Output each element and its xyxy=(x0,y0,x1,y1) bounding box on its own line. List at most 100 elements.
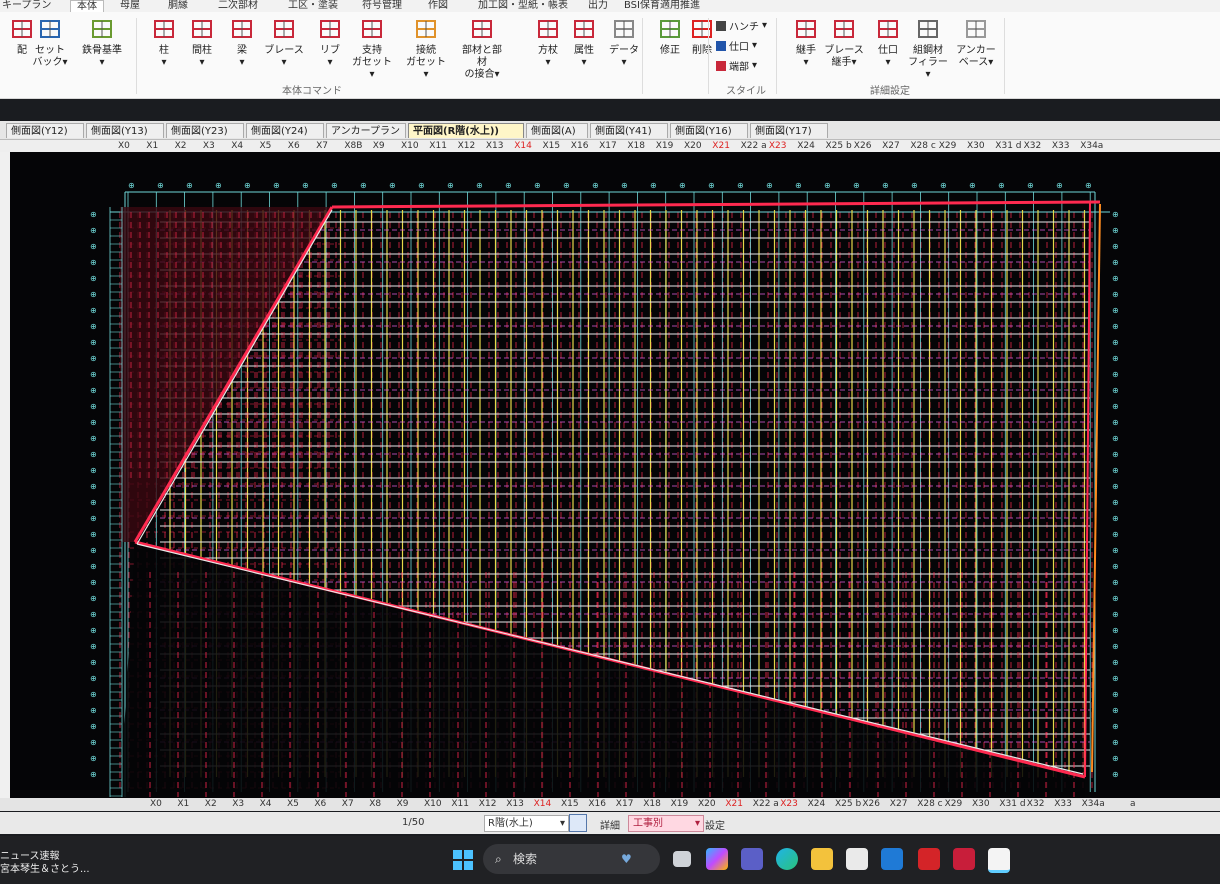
style-item-1[interactable]: 仕口 ▾ xyxy=(716,38,757,53)
svg-text:⊕: ⊕ xyxy=(90,722,97,731)
svg-text:⊕: ⊕ xyxy=(418,181,425,190)
data-button[interactable]: データ ▾ xyxy=(602,16,646,69)
view-tab-0[interactable]: 側面図(Y12) xyxy=(6,123,84,138)
menu-tab-0[interactable]: キープラン xyxy=(2,0,51,12)
hari-button[interactable]: 梁 ▾ xyxy=(220,16,264,69)
svg-text:⊕: ⊕ xyxy=(1112,258,1119,267)
svg-text:⊕: ⊕ xyxy=(911,181,918,190)
grid-label: X32 xyxy=(1026,799,1045,809)
svg-text:⊕: ⊕ xyxy=(90,210,97,219)
pdf-app-icon[interactable] xyxy=(918,848,940,870)
brace_tsugite-button[interactable]: ブレース 継手▾ xyxy=(822,16,866,69)
brace-button[interactable]: ブレース ▾ xyxy=(262,16,306,69)
setsuzoku-icon xyxy=(413,16,439,42)
windows-start-icon[interactable] xyxy=(453,850,473,870)
kijun-button[interactable]: 鉄骨基準▾ xyxy=(80,16,124,69)
rib-button[interactable]: リブ ▾ xyxy=(308,16,352,69)
menu-tab-8[interactable]: 加工図・型紙・帳表 xyxy=(478,0,568,12)
svg-text:⊕: ⊕ xyxy=(90,578,97,587)
hari-label: 梁 ▾ xyxy=(237,45,247,68)
svg-text:⊕: ⊕ xyxy=(1027,181,1034,190)
menu-tab-2[interactable]: 母屋 xyxy=(120,0,140,12)
steel-app-icon[interactable] xyxy=(988,848,1010,873)
menu-tab-3[interactable]: 胴縁 xyxy=(168,0,188,12)
mahashira-button[interactable]: 間柱 ▾ xyxy=(180,16,224,69)
view-tab-5[interactable]: 平面図(R階(水上)) xyxy=(408,123,524,138)
cad-app-icon[interactable] xyxy=(953,848,975,870)
store-icon[interactable] xyxy=(846,848,868,870)
menu-tab-5[interactable]: 工区・塗装 xyxy=(288,0,338,12)
svg-text:⊕: ⊕ xyxy=(505,181,512,190)
svg-text:⊕: ⊕ xyxy=(1112,658,1119,667)
menu-tab-9[interactable]: 出力 xyxy=(588,0,608,12)
svg-text:⊕: ⊕ xyxy=(90,770,97,779)
view-tab-8[interactable]: 側面図(Y16) xyxy=(670,123,748,138)
view-tab-7[interactable]: 側面図(Y41) xyxy=(590,123,668,138)
svg-text:⊕: ⊕ xyxy=(90,306,97,315)
left-ruler xyxy=(0,152,10,802)
svg-text:⊕: ⊕ xyxy=(1112,674,1119,683)
drawing-canvas[interactable]: ⊕ ⊕ ⊕ ⊕ ⊕ ⊕ ⊕ ⊕ ⊕ ⊕ ⊕ ⊕ ⊕ ⊕ ⊕ ⊕ ⊕ ⊕ ⊕ ⊕ ⊕ ⊕ ⊕ ⊕ ⊕ ⊕ ⊕ ⊕ ⊕ ⊕ ⊕ ⊕ ⊕ ⊕ ⊕ ⊕ ⊕ ⊕ ⊕ ⊕… xyxy=(10,152,1220,802)
taskbar-search-box[interactable]: ⌕ 検索 ♥ xyxy=(483,844,660,874)
grid-label: X3 xyxy=(232,799,245,809)
svg-text:⊕: ⊕ xyxy=(90,226,97,235)
data-icon xyxy=(611,16,637,42)
settings-label[interactable]: 設定 xyxy=(705,817,725,832)
status-bar: 1/50 R階(水上) ▾ 詳細 工事別 ▾ 設定 xyxy=(0,812,1220,834)
view-tab-9[interactable]: 側面図(Y17) xyxy=(750,123,828,138)
task-view-icon[interactable] xyxy=(673,851,691,867)
rib-icon xyxy=(317,16,343,42)
svg-text:⊕: ⊕ xyxy=(128,181,135,190)
copilot-icon[interactable] xyxy=(706,848,728,870)
zokusei-button[interactable]: 属性 ▾ xyxy=(562,16,606,69)
style-item-icon xyxy=(716,40,726,51)
svg-text:⊕: ⊕ xyxy=(273,181,280,190)
menu-tab-7[interactable]: 作図 xyxy=(428,0,448,12)
edge-icon[interactable] xyxy=(776,848,798,870)
menu-tab-10[interactable]: BSI保育適用推進 xyxy=(624,0,700,12)
svg-text:⊕: ⊕ xyxy=(90,610,97,619)
view-tab-3[interactable]: 側面図(Y24) xyxy=(246,123,324,138)
search-placeholder: 検索 xyxy=(513,852,538,866)
kumikou-button[interactable]: 組鋼材 フィラー▾ xyxy=(906,16,950,81)
svg-text:⊕: ⊕ xyxy=(90,242,97,251)
svg-text:⊕: ⊕ xyxy=(90,674,97,683)
view-tab-2[interactable]: 側面図(Y23) xyxy=(166,123,244,138)
grid-label: X9 xyxy=(396,799,409,809)
view-tab-6[interactable]: 側面図(A) xyxy=(526,123,588,138)
taskbar: ニュース速報 宮本琴生＆さとう... ⌕ 検索 ♥ xyxy=(0,836,1220,884)
svg-text:⊕: ⊕ xyxy=(90,530,97,539)
style-item-2[interactable]: 端部 ▾ xyxy=(716,58,757,73)
anchor-button[interactable]: アンカー ベース▾ xyxy=(954,16,998,69)
svg-text:⊕: ⊕ xyxy=(1112,210,1119,219)
style-item-icon xyxy=(716,60,726,71)
mail-icon[interactable] xyxy=(881,848,903,870)
setsugo-button[interactable]: 部材と部材 の接合▾ xyxy=(460,16,504,81)
svg-text:⊕: ⊕ xyxy=(1112,562,1119,571)
style-item-0[interactable]: ハンチ ▾ xyxy=(716,18,767,33)
setsuzoku-button[interactable]: 接続 ガセット▾ xyxy=(404,16,448,81)
ribbon-group-2: 詳細設定 xyxy=(870,86,910,97)
brace-label: ブレース ▾ xyxy=(264,45,304,68)
mode-select[interactable]: 工事別 ▾ xyxy=(628,815,704,832)
shikuchi-icon xyxy=(875,16,901,42)
view-tab-4[interactable]: アンカープラン xyxy=(326,123,406,138)
menu-tab-4[interactable]: 二次部材 xyxy=(218,0,258,12)
teams-icon[interactable] xyxy=(741,848,763,870)
menu-tab-6[interactable]: 符号管理 xyxy=(362,0,402,12)
floor-select[interactable]: R階(水上) ▾ xyxy=(484,815,569,832)
copy-icon[interactable] xyxy=(569,814,587,832)
news-widget[interactable]: ニュース速報 宮本琴生＆さとう... xyxy=(0,850,90,876)
shiji-button[interactable]: 支持 ガセット▾ xyxy=(350,16,394,81)
svg-text:⊕: ⊕ xyxy=(215,181,222,190)
shikuchi-button[interactable]: 仕口 ▾ xyxy=(866,16,910,69)
explorer-icon[interactable] xyxy=(811,848,833,870)
setback-button[interactable]: セット バック▾ xyxy=(28,16,72,69)
svg-text:⊕: ⊕ xyxy=(90,482,97,491)
anchor-icon xyxy=(963,16,989,42)
svg-text:⊕: ⊕ xyxy=(90,370,97,379)
grid-label: X17 xyxy=(615,799,634,809)
grid-label: X14 xyxy=(533,799,552,809)
view-tab-1[interactable]: 側面図(Y13) xyxy=(86,123,164,138)
news-line1: ニュース速報 xyxy=(0,851,60,862)
